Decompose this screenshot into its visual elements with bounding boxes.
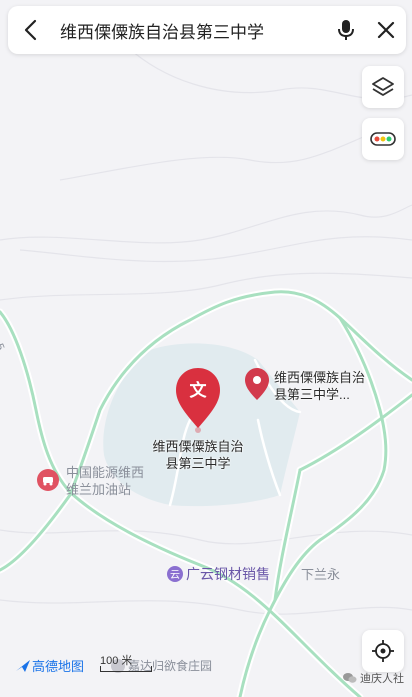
- brand-label: 高德地图: [32, 659, 85, 674]
- locate-button[interactable]: [362, 630, 404, 672]
- layers-button[interactable]: [362, 66, 404, 108]
- svg-text:云: 云: [170, 570, 180, 581]
- wechat-icon: [343, 673, 357, 683]
- scale-bar: [100, 666, 152, 672]
- close-button[interactable]: [366, 6, 406, 54]
- search-bar[interactable]: 维西傈僳族自治县第三中学: [8, 6, 406, 54]
- map-canvas[interactable]: 文 云: [0, 0, 412, 697]
- traffic-icon: [370, 132, 396, 146]
- crosshair-icon: [372, 640, 394, 662]
- village-label: 下兰永: [301, 567, 341, 582]
- microphone-icon: [338, 20, 354, 40]
- back-button[interactable]: [8, 6, 52, 54]
- watermark: 迪庆人社: [343, 670, 404, 686]
- shop-icon[interactable]: 云: [167, 566, 183, 582]
- gas-station-label[interactable]: 中国能源维西维兰加油站: [66, 464, 156, 498]
- gas-station-icon[interactable]: [37, 469, 59, 491]
- watermark-label: 迪庆人社: [360, 673, 404, 685]
- shop-label[interactable]: 广云钢材销售: [186, 566, 270, 583]
- school-label-secondary[interactable]: 维西傈僳族自治县第三中学...: [274, 369, 370, 403]
- brand-logo: 高德地图: [16, 656, 84, 675]
- chevron-left-icon: [24, 19, 37, 41]
- close-icon: [377, 21, 395, 39]
- school-badge: 文: [190, 380, 208, 400]
- search-input[interactable]: 维西傈僳族自治县第三中学: [52, 18, 326, 43]
- amap-logo-icon: [16, 659, 30, 672]
- traffic-button[interactable]: [362, 118, 404, 160]
- school-label[interactable]: 维西傈僳族自治县第三中学: [150, 438, 246, 472]
- voice-search-button[interactable]: [326, 6, 366, 54]
- layers-icon: [372, 77, 394, 96]
